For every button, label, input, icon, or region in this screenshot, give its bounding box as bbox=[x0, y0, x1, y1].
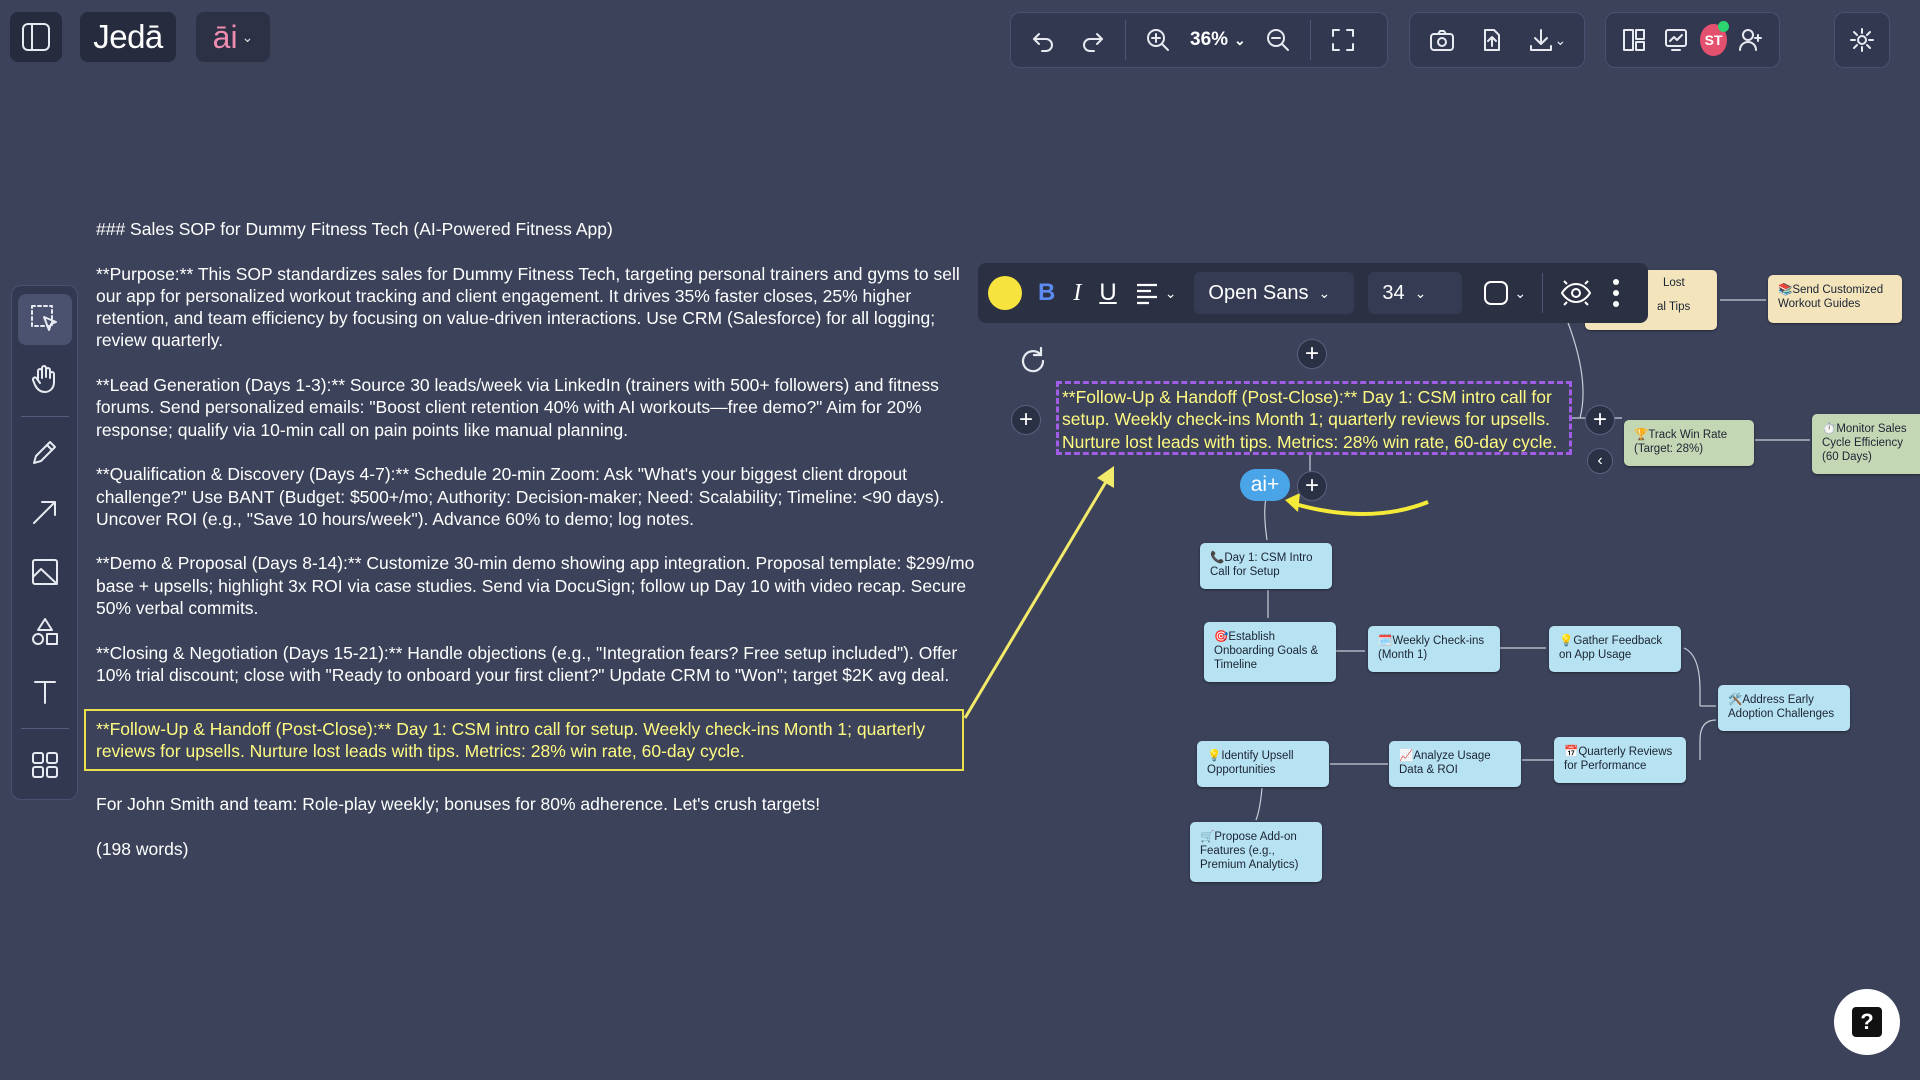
add-node-bottom-button[interactable]: + bbox=[1297, 471, 1327, 501]
divider bbox=[1542, 273, 1544, 313]
italic-button[interactable]: I bbox=[1067, 271, 1087, 315]
node-establish-onboarding[interactable]: 🎯Establish Onboarding Goals & Timeline bbox=[1204, 622, 1336, 682]
visibility-button[interactable] bbox=[1553, 271, 1599, 315]
node-propose-add-on[interactable]: 🛒Propose Add-on Features (e.g., Premium … bbox=[1190, 822, 1322, 882]
text-format-toolbar: B I U ⌄ Open Sans ⌄ 34 ⌄ ⌄ bbox=[978, 263, 1648, 323]
font-size-select[interactable]: 34 ⌄ bbox=[1368, 272, 1463, 314]
chevron-down-icon: ⌄ bbox=[1164, 284, 1177, 301]
node-track-win-rate[interactable]: 🏆Track Win Rate (Target: 28%) bbox=[1624, 420, 1754, 466]
add-node-left-button[interactable]: + bbox=[1011, 405, 1041, 435]
shape-style-button[interactable]: ⌄ bbox=[1476, 271, 1532, 315]
rotate-handle[interactable] bbox=[1016, 344, 1050, 378]
text-color-swatch[interactable] bbox=[988, 276, 1022, 310]
help-label: ? bbox=[1860, 1009, 1874, 1034]
yellow-annotation-arrow bbox=[963, 474, 1112, 719]
eye-icon bbox=[1561, 280, 1592, 306]
node-analyze-usage[interactable]: 📈Analyze Usage Data & ROI bbox=[1389, 741, 1521, 787]
help-icon: ? bbox=[1852, 1007, 1882, 1037]
add-node-right-button[interactable]: + bbox=[1585, 405, 1615, 435]
node-identify-upsell[interactable]: 💡Identify Upsell Opportunities bbox=[1197, 741, 1329, 787]
yellow-curved-arrow bbox=[1294, 500, 1429, 516]
help-button[interactable]: ? bbox=[1834, 989, 1900, 1055]
font-size-value: 34 bbox=[1382, 281, 1405, 304]
node-address-adoption[interactable]: 🛠️Address Early Adoption Challenges bbox=[1718, 685, 1850, 731]
node-monitor-sales-cycle[interactable]: ⏱️Monitor Sales Cycle Efficiency (60 Day… bbox=[1812, 414, 1920, 474]
node-send-workout-guides[interactable]: 📚Send Customized Workout Guides bbox=[1768, 275, 1902, 323]
font-family-select[interactable]: Open Sans ⌄ bbox=[1194, 272, 1355, 314]
ai-plus-label: ai+ bbox=[1250, 473, 1280, 496]
mindmap-connectors bbox=[963, 299, 1810, 821]
more-options-button[interactable] bbox=[1605, 271, 1627, 315]
rotate-icon bbox=[1021, 346, 1045, 373]
rounded-square-icon bbox=[1484, 281, 1509, 305]
more-vertical-icon bbox=[1613, 279, 1620, 307]
ai-plus-button[interactable]: ai+ bbox=[1240, 469, 1290, 501]
selected-text-element[interactable]: **Follow-Up & Handoff (Post-Close):** Da… bbox=[1056, 381, 1572, 455]
align-button[interactable]: ⌄ bbox=[1129, 271, 1183, 315]
node-weekly-check-ins[interactable]: 🗓️Weekly Check-ins (Month 1) bbox=[1368, 626, 1500, 672]
chevron-down-icon: ⌄ bbox=[1414, 284, 1427, 301]
collapse-button[interactable]: ‹ bbox=[1587, 448, 1613, 474]
node-quarterly-reviews[interactable]: 📅Quarterly Reviews for Performance bbox=[1554, 737, 1686, 783]
add-node-top-button[interactable]: + bbox=[1297, 339, 1327, 369]
chevron-down-icon: ⌄ bbox=[1514, 284, 1527, 301]
font-family-value: Open Sans bbox=[1208, 281, 1309, 304]
chevron-down-icon: ⌄ bbox=[1318, 284, 1331, 301]
node-day1-csm-intro[interactable]: 📞Day 1: CSM Intro Call for Setup bbox=[1200, 543, 1332, 589]
node-gather-feedback[interactable]: 💡Gather Feedback on App Usage bbox=[1549, 626, 1681, 672]
align-left-icon bbox=[1136, 283, 1157, 305]
bold-button[interactable]: B bbox=[1032, 271, 1061, 315]
underline-button[interactable]: U bbox=[1093, 271, 1122, 315]
